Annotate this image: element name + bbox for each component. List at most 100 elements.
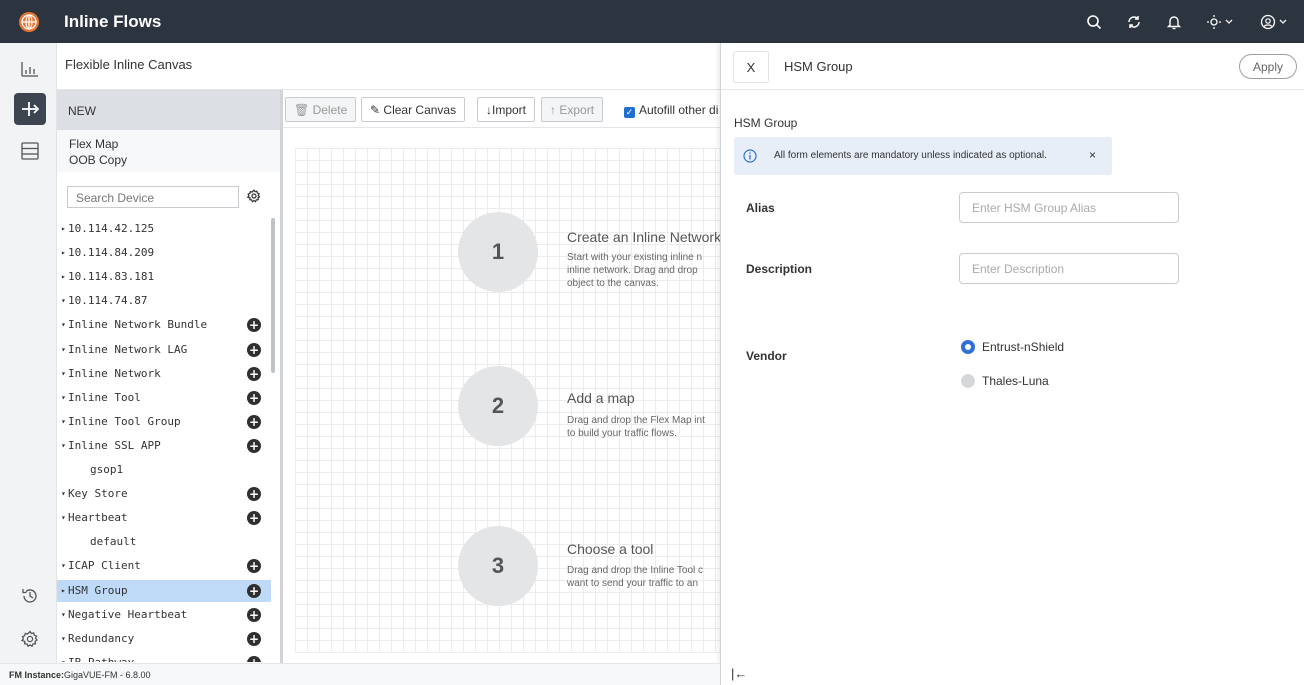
tree-item[interactable]: default — [57, 531, 271, 553]
collapse-drawer-icon[interactable]: |← — [731, 666, 747, 681]
description-input[interactable]: Enter Description — [959, 253, 1179, 284]
import-button[interactable]: ↓Import — [477, 97, 536, 122]
search-icon[interactable] — [1084, 12, 1104, 32]
step-2-title: Add a map — [567, 390, 635, 406]
apply-button[interactable]: Apply — [1239, 54, 1297, 79]
tree-item[interactable]: ▾ Negative Heartbeat + — [57, 604, 271, 626]
tree-item[interactable]: ▾ Redundancy + — [57, 628, 271, 650]
tree-item[interactable]: ▾ 10.114.74.87 — [57, 290, 271, 312]
caret-down-icon[interactable]: ▾ — [61, 417, 66, 426]
tree-item[interactable]: ▾ Key Store + — [57, 483, 271, 505]
caret-down-icon[interactable]: ▾ — [61, 513, 66, 522]
trash-icon: 🗑︎ — [294, 103, 310, 117]
tree-item-label: 10.114.84.209 — [68, 246, 155, 260]
device-tree-panel: NEW Flex Map OOB Copy Search Device ▸ 10… — [57, 90, 283, 663]
add-plus-icon[interactable]: + — [247, 366, 261, 381]
add-plus-icon[interactable]: + — [247, 487, 261, 502]
caret-down-icon[interactable]: ▾ — [61, 441, 66, 450]
vendor-radio-thales[interactable]: Thales-Luna — [961, 374, 1049, 392]
tree-item[interactable]: ▾ Heartbeat + — [57, 507, 271, 529]
add-plus-icon[interactable]: + — [247, 511, 261, 526]
tree-item[interactable]: ▸ HSM Group + — [57, 579, 271, 602]
info-close-icon[interactable]: × — [1089, 148, 1096, 162]
tree-item[interactable]: ▾ Inline SSL APP + — [57, 435, 271, 457]
caret-down-icon[interactable]: ▾ — [61, 610, 66, 619]
tree-item[interactable]: ▸ 10.114.84.209 — [57, 242, 271, 264]
autofill-checkbox[interactable]: ✓ Autofill other di — [624, 103, 718, 118]
caret-right-icon[interactable]: ▸ — [61, 586, 66, 595]
add-plus-icon[interactable]: + — [247, 583, 261, 598]
bell-icon[interactable] — [1164, 12, 1184, 32]
add-plus-icon[interactable]: + — [247, 438, 261, 453]
tree-item[interactable]: ▾ Inline Tool + — [57, 387, 271, 409]
info-icon — [743, 149, 757, 163]
add-plus-icon[interactable]: + — [247, 607, 261, 622]
tree-item[interactable]: ▾ ICAP Client + — [57, 555, 271, 577]
add-plus-icon[interactable]: + — [247, 318, 261, 333]
tree-item[interactable]: ▸ 10.114.83.181 — [57, 266, 271, 288]
flex-map-label[interactable]: Flex Map — [69, 137, 118, 151]
inline-flows-nav-icon[interactable] — [14, 93, 46, 125]
theme-sun-icon[interactable] — [1204, 12, 1238, 32]
status-footer: FM Instance:GigaVUE-FM - 6.8.00 — [0, 663, 720, 685]
tree-item-label: ICAP Client — [68, 559, 141, 573]
caret-down-icon[interactable]: ▾ — [61, 658, 66, 662]
globe-logo-icon[interactable] — [0, 0, 57, 43]
tree-item[interactable]: ▸ 10.114.42.125 — [57, 222, 271, 240]
delete-label: Delete — [312, 103, 348, 117]
add-plus-icon[interactable]: + — [247, 342, 261, 357]
alias-input[interactable]: Enter HSM Group Alias — [959, 192, 1179, 223]
settings-gear-icon[interactable] — [14, 623, 46, 655]
tree-item-label: IB Pathway — [68, 656, 134, 662]
tree-item[interactable]: gsop1 — [57, 459, 271, 481]
add-plus-icon[interactable]: + — [247, 631, 261, 646]
caret-right-icon[interactable]: ▸ — [61, 272, 66, 281]
user-menu-icon[interactable] — [1258, 12, 1292, 32]
search-settings-gear-icon[interactable] — [245, 187, 263, 205]
tree-item[interactable]: ▾ Inline Network LAG + — [57, 339, 271, 361]
add-plus-icon[interactable]: + — [247, 414, 261, 429]
export-button[interactable]: ↑ Export — [541, 97, 604, 122]
caret-down-icon[interactable]: ▾ — [61, 320, 66, 329]
inventory-list-icon[interactable] — [14, 135, 46, 167]
add-plus-icon[interactable]: + — [247, 655, 261, 662]
new-flow-item[interactable]: NEW — [57, 90, 280, 130]
caret-down-icon[interactable]: ▾ — [61, 489, 66, 498]
caret-down-icon[interactable]: ▾ — [61, 345, 66, 354]
tree-item-label: Key Store — [68, 487, 128, 501]
refresh-icon[interactable] — [1124, 12, 1144, 32]
caret-right-icon[interactable]: ▸ — [61, 248, 66, 257]
tree-item[interactable]: ▾ Inline Network + — [57, 363, 271, 385]
device-search-input[interactable]: Search Device — [67, 186, 239, 208]
tree-item[interactable]: ▾ Inline Tool Group + — [57, 411, 271, 433]
tree-item[interactable]: ▾ Inline Network Bundle + — [57, 314, 271, 336]
new-flow-label: NEW — [68, 104, 96, 118]
instance-value: GigaVUE-FM - 6.8.00 — [64, 670, 151, 680]
caret-down-icon[interactable]: ▾ — [61, 369, 66, 378]
add-plus-icon[interactable]: + — [247, 390, 261, 405]
flex-map-box[interactable]: Flex Map OOB Copy — [57, 130, 280, 172]
caret-down-icon[interactable]: ▾ — [61, 561, 66, 570]
caret-down-icon[interactable]: ▾ — [61, 634, 66, 643]
vendor-radio-entrust[interactable]: Entrust-nShield — [961, 340, 1064, 358]
caret-right-icon[interactable]: ▸ — [61, 224, 66, 233]
step-2-desc-line: Drag and drop the Flex Map int — [567, 415, 705, 426]
tree-item-label: 10.114.83.181 — [68, 270, 155, 284]
history-icon[interactable] — [14, 580, 46, 612]
oob-copy-label[interactable]: OOB Copy — [69, 153, 127, 167]
step-1-desc-line: Start with your existing inline n — [567, 252, 703, 263]
clear-canvas-button[interactable]: ✎ Clear Canvas — [361, 97, 466, 122]
add-plus-icon[interactable]: + — [247, 559, 261, 574]
caret-down-icon[interactable]: ▾ — [61, 296, 66, 305]
drawer-footer: |← — [720, 663, 1304, 685]
close-drawer-button[interactable]: X — [733, 51, 769, 83]
tree-item-label: Inline Tool Group — [68, 414, 181, 428]
checkbox-checked-icon: ✓ — [624, 107, 635, 118]
tree-item[interactable]: ▾ IB Pathway + — [57, 652, 271, 662]
import-label: Import — [492, 103, 527, 117]
dashboard-chart-icon[interactable] — [14, 53, 46, 85]
canvas-area: 🗑︎ Delete ✎ Clear Canvas ↓Import ↑ Expor… — [283, 90, 721, 663]
tree-item-label: Inline SSL APP — [68, 438, 161, 452]
delete-button[interactable]: 🗑︎ Delete — [285, 97, 357, 122]
caret-down-icon[interactable]: ▾ — [61, 393, 66, 402]
